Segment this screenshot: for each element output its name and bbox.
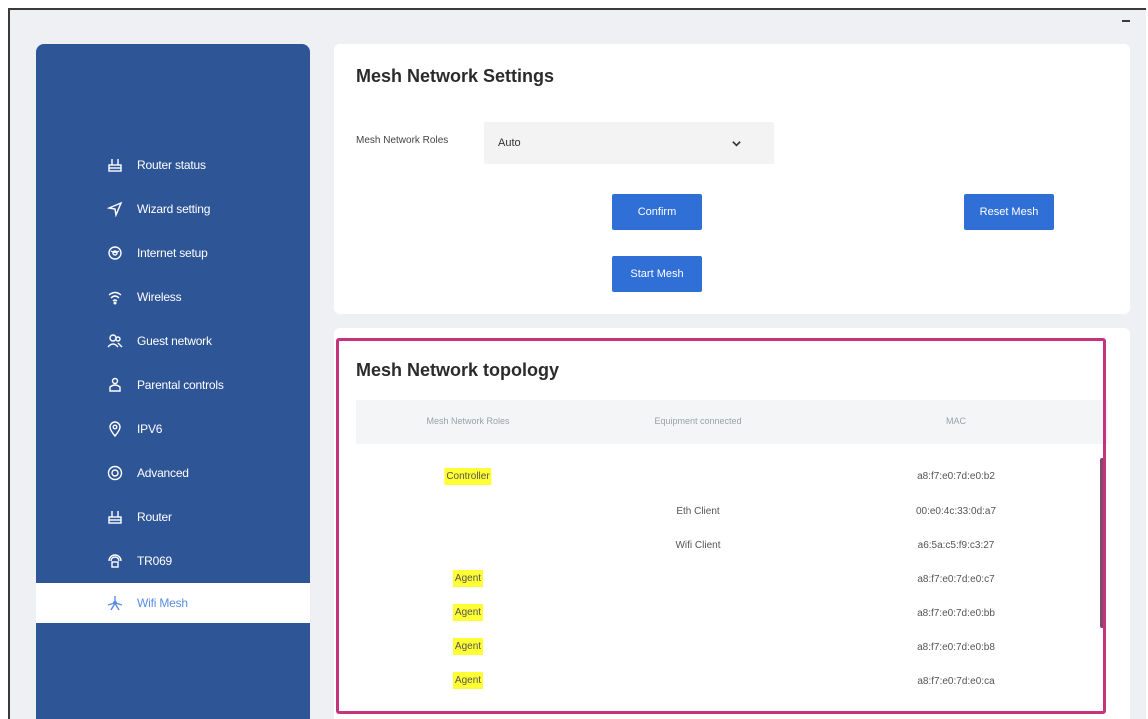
- sidebar-item-guest-network[interactable]: Guest network: [36, 322, 310, 360]
- annotation-highlight-box: [336, 338, 1106, 714]
- advanced-icon: [106, 464, 124, 482]
- wifi-icon: [106, 288, 124, 306]
- roles-select[interactable]: Auto: [484, 122, 774, 164]
- sidebar-item-tr069[interactable]: TR069: [36, 542, 310, 580]
- sidebar-item-label: IPV6: [137, 422, 163, 436]
- sidebar-item-wireless[interactable]: Wireless: [36, 278, 310, 316]
- settings-title: Mesh Network Settings: [356, 66, 555, 86]
- screenshot-frame: Router status Wizard setting Internet se…: [8, 8, 1146, 719]
- globe-icon: [106, 244, 124, 262]
- sidebar-item-label: Router status: [137, 158, 206, 172]
- router-icon: [106, 508, 124, 526]
- sidebar-item-label: Guest network: [137, 334, 212, 348]
- sidebar-item-router[interactable]: Router: [36, 498, 310, 536]
- corner-mark: [1122, 20, 1130, 22]
- sidebar-item-label: Wireless: [137, 290, 182, 304]
- reset-mesh-button[interactable]: Reset Mesh: [964, 194, 1054, 230]
- sidebar-item-ipv6[interactable]: IPV6: [36, 410, 310, 448]
- sidebar-item-label: Internet setup: [137, 246, 208, 260]
- guests-icon: [106, 332, 124, 350]
- sidebar-item-internet-setup[interactable]: Internet setup: [36, 234, 310, 272]
- sidebar-item-advanced[interactable]: Advanced: [36, 454, 310, 492]
- chevron-down-icon: [732, 140, 741, 147]
- ipv6-icon: [106, 420, 124, 438]
- roles-label: Mesh Network Roles: [356, 135, 449, 146]
- sidebar-item-label: Wifi Mesh: [137, 596, 188, 610]
- sidebar-item-router-status[interactable]: Router status: [36, 146, 310, 184]
- navigate-arrow-icon: [106, 200, 124, 218]
- sidebar-item-label: Wizard setting: [137, 202, 211, 216]
- parent-icon: [106, 376, 124, 394]
- sidebar-item-label: Parental controls: [137, 378, 224, 392]
- sidebar-item-wizard-setting[interactable]: Wizard setting: [36, 190, 310, 228]
- sidebar-item-label: Router: [137, 510, 172, 524]
- confirm-button[interactable]: Confirm: [612, 194, 702, 230]
- sidebar-item-wifi-mesh[interactable]: Wifi Mesh: [36, 583, 310, 623]
- start-mesh-button[interactable]: Start Mesh: [612, 256, 702, 292]
- tr069-icon: [106, 552, 124, 570]
- sidebar-item-parental-controls[interactable]: Parental controls: [36, 366, 310, 404]
- mesh-icon: [106, 594, 124, 612]
- sidebar-item-label: Advanced: [137, 466, 189, 480]
- router-status-icon: [106, 156, 124, 174]
- sidebar: Router status Wizard setting Internet se…: [36, 44, 310, 719]
- sidebar-item-label: TR069: [137, 554, 173, 568]
- roles-select-value: Auto: [498, 137, 521, 149]
- mesh-settings-card: Mesh Network Settings Mesh Network Roles…: [334, 44, 1130, 314]
